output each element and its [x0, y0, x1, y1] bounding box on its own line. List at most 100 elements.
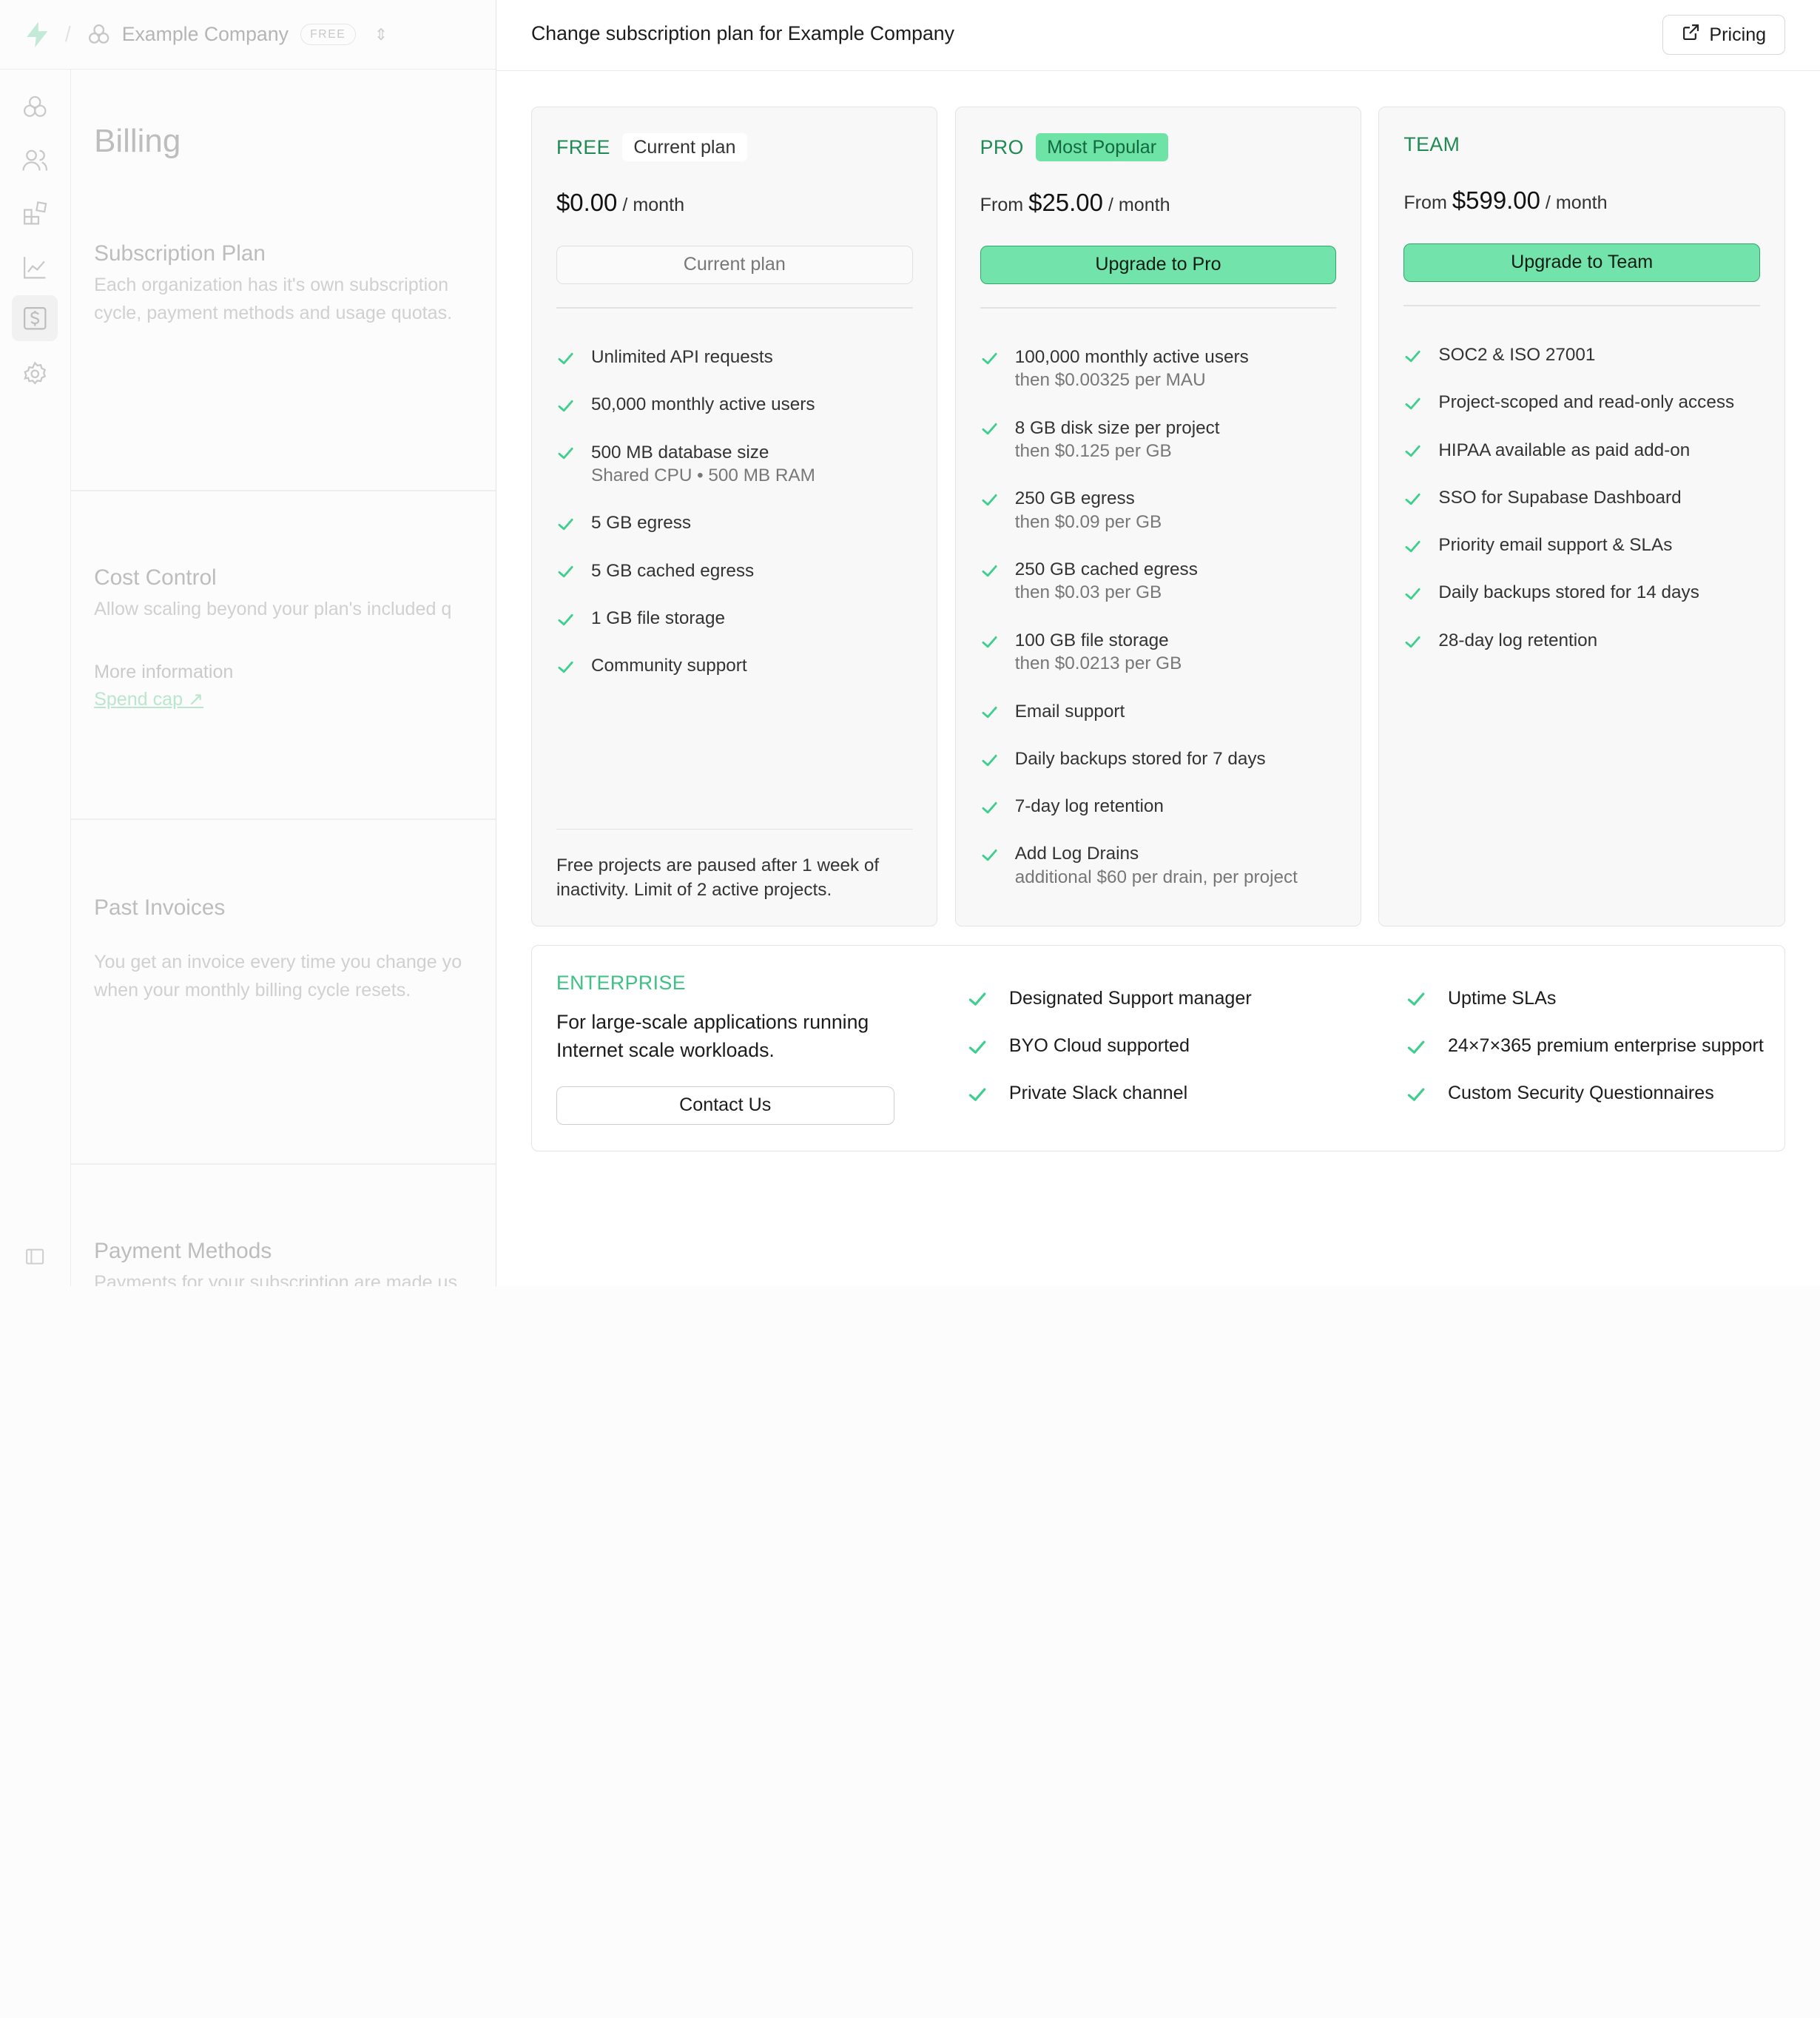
plan-name: TEAM [1403, 132, 1460, 155]
change-plan-panel: Change subscription plan for Example Com… [495, 0, 1820, 1287]
most-popular-badge: Most Popular [1035, 132, 1168, 162]
feature-item: Add Log Drains additional $60 per drain, … [980, 842, 1352, 913]
section-title: Cost Control [94, 565, 217, 591]
spend-cap-link[interactable]: Spend cap ↗ [94, 688, 203, 710]
divider [70, 490, 496, 491]
feature-item: 100 GB file storage then $0.0213 per GB [980, 629, 1352, 700]
feature-item: Community support [556, 654, 928, 702]
upgrade-to-pro-button[interactable]: Upgrade to Pro [980, 246, 1337, 284]
check-icon [556, 515, 575, 534]
check-icon [1403, 537, 1422, 556]
team-icon[interactable] [21, 147, 49, 175]
section-text: You get an invoice every time you change… [94, 951, 462, 972]
feature-item: 28-day log retention [1403, 629, 1775, 676]
check-icon [980, 562, 999, 580]
enterprise-features-left: Designated Support manager BYO Cloud sup… [967, 988, 1252, 1131]
feature-item: 250 GB cached egress then $0.03 per GB [980, 558, 1352, 629]
external-link-icon: ↗ [188, 689, 204, 710]
check-icon [1406, 1084, 1426, 1105]
check-icon [980, 420, 999, 438]
divider [70, 1163, 496, 1165]
integrations-icon[interactable] [21, 200, 49, 228]
feature-item: Daily backups stored for 7 days [980, 747, 1352, 795]
spend-cap-link-label: Spend cap [94, 689, 183, 710]
contact-us-button[interactable]: Contact Us [556, 1086, 894, 1125]
settings-gear-icon[interactable] [21, 360, 49, 388]
feature-item: HIPAA available as paid add-on [1403, 439, 1775, 486]
feature-list: 100,000 monthly active users then $0.0032… [980, 346, 1352, 913]
organization-icon [87, 23, 110, 46]
feature-item: SOC2 & ISO 27001 [1403, 343, 1775, 391]
feature-item: Designated Support manager [967, 988, 1252, 1035]
divider [70, 818, 496, 820]
plan-price: From $599.00 / month [1403, 186, 1608, 215]
feature-item: 50,000 monthly active users [556, 393, 928, 440]
plan-card-pro: PRO Most Popular From $25.00 / month Upg… [954, 107, 1361, 927]
plan-name: ENTERPRISE [556, 971, 686, 994]
check-icon [1406, 1037, 1426, 1057]
feature-item: Email support [980, 700, 1352, 747]
chevron-up-down-icon[interactable]: ⇕ [374, 25, 388, 44]
enterprise-description: For large-scale applications running Int… [556, 1010, 869, 1061]
section-title: Payment Methods [94, 1239, 272, 1264]
external-link-icon [1682, 23, 1700, 47]
divider [980, 307, 1337, 309]
check-icon [556, 444, 575, 463]
check-icon [967, 989, 988, 1009]
upgrade-to-team-button[interactable]: Upgrade to Team [1403, 243, 1760, 282]
check-icon [980, 703, 999, 722]
billing-page-background: Billing Subscription Plan Each organizat… [70, 70, 496, 1287]
projects-icon[interactable] [21, 93, 49, 121]
organization-name[interactable]: Example Company [122, 23, 289, 46]
check-icon [967, 1084, 988, 1105]
feature-item: Priority email support & SLAs [1403, 534, 1775, 581]
check-icon [1403, 490, 1422, 508]
check-icon [980, 798, 999, 817]
check-icon [556, 349, 575, 368]
feature-item: 500 MB database size Shared CPU • 500 MB … [556, 441, 928, 512]
plan-price: From $25.00 / month [980, 189, 1170, 217]
feature-item: 1 GB file storage [556, 607, 928, 654]
panel-header: Change subscription plan for Example Com… [496, 0, 1820, 71]
collapse-sidebar-icon[interactable] [21, 1242, 49, 1271]
check-icon [967, 1037, 988, 1057]
current-plan-badge: Current plan [621, 132, 748, 162]
org-plan-badge: FREE [300, 23, 356, 46]
feature-item: 8 GB disk size per project then $0.125 pe… [980, 417, 1352, 488]
panel-title: Change subscription plan for Example Com… [531, 21, 954, 44]
divider [1403, 305, 1760, 306]
check-icon [1403, 442, 1422, 460]
check-icon [1403, 585, 1422, 603]
feature-item: 7-day log retention [980, 795, 1352, 842]
check-icon [1403, 347, 1422, 366]
pricing-button-label: Pricing [1709, 24, 1767, 45]
sidebar-rail [0, 70, 71, 1287]
section-text: when your monthly billing cycle resets. [94, 979, 411, 1000]
section-title: Past Invoices [94, 895, 226, 920]
pricing-button[interactable]: Pricing [1662, 15, 1786, 55]
feature-item: Daily backups stored for 14 days [1403, 581, 1775, 628]
check-icon [1403, 633, 1422, 651]
check-icon [556, 611, 575, 629]
feature-item: 250 GB egress then $0.09 per GB [980, 487, 1352, 558]
free-plan-note: Free projects are paused after 1 week of… [556, 855, 880, 901]
check-icon [980, 751, 999, 770]
plan-card-free: FREE Current plan $0.00 / month Current … [531, 107, 938, 927]
enterprise-features-right: Uptime SLAs 24×7×365 premium enterprise … [1406, 988, 1764, 1131]
current-plan-button[interactable]: Current plan [556, 246, 913, 284]
usage-chart-icon[interactable] [21, 253, 49, 281]
check-icon [556, 658, 575, 676]
feature-item: Project-scoped and read-only access [1403, 391, 1775, 438]
check-icon [980, 633, 999, 651]
billing-icon[interactable] [11, 295, 58, 342]
feature-item: Private Slack channel [967, 1083, 1251, 1130]
check-icon [556, 397, 575, 415]
supabase-logo-icon[interactable] [23, 21, 51, 49]
check-icon [980, 349, 999, 368]
divider [556, 828, 913, 830]
feature-item: Custom Security Questionnaires [1406, 1083, 1763, 1130]
check-icon [556, 562, 575, 581]
check-icon [980, 491, 999, 509]
enterprise-card: ENTERPRISE For large-scale applications … [531, 945, 1785, 1152]
section-text: Payments for your subscription are made … [94, 1271, 458, 1287]
